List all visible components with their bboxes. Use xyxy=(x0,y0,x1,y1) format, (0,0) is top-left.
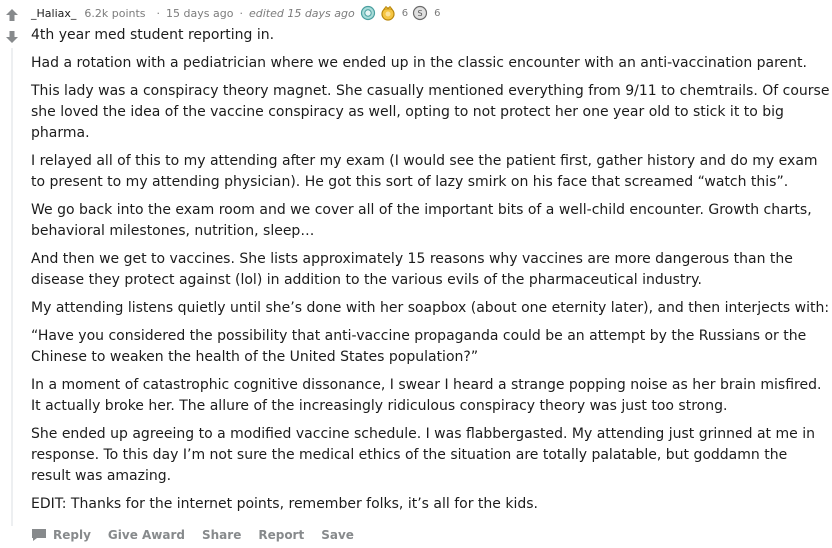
gold-award-icon xyxy=(381,5,395,21)
comment-body: 4th year med student reporting in. Had a… xyxy=(31,25,830,515)
platinum-award-icon xyxy=(360,5,375,21)
comment-paragraph: “Have you considered the possibility tha… xyxy=(31,328,807,365)
share-button[interactable]: Share xyxy=(202,528,241,542)
downvote-arrow-icon xyxy=(6,31,18,43)
silver-award-icon: S xyxy=(413,5,428,21)
comment-paragraph: I relayed all of this to my attending af… xyxy=(31,153,818,190)
thread-line[interactable] xyxy=(11,48,13,526)
comment-bubble-icon xyxy=(32,529,46,541)
platinum-award[interactable] xyxy=(360,5,376,21)
svg-text:S: S xyxy=(418,9,423,18)
comment-paragraph: My attending listens quietly until she’s… xyxy=(31,300,830,316)
author-link[interactable]: _Haliax_ xyxy=(31,7,76,20)
upvote-button[interactable] xyxy=(2,5,22,25)
upvote-arrow-icon xyxy=(6,9,18,21)
comment-meta: _Haliax_ 6.2k points · 15 days ago · edi… xyxy=(31,0,830,26)
separator: · xyxy=(156,6,161,20)
separator: · xyxy=(239,6,243,20)
comment-paragraph: EDIT: Thanks for the internet points, re… xyxy=(31,496,538,512)
comment-paragraph: We go back into the exam room and we cov… xyxy=(31,202,812,239)
silver-award-count: 6 xyxy=(434,7,441,19)
save-button[interactable]: Save xyxy=(321,528,354,542)
edited-timestamp: edited 15 days ago xyxy=(248,6,355,20)
gold-award[interactable] xyxy=(380,5,396,21)
vote-column xyxy=(2,5,22,47)
reply-button[interactable]: Reply xyxy=(31,528,91,542)
comment: _Haliax_ 6.2k points · 15 days ago · edi… xyxy=(31,0,830,548)
comment-paragraph: This lady was a conspiracy theory magnet… xyxy=(31,83,830,141)
comment-paragraph: And then we get to vaccines. She lists a… xyxy=(31,251,793,288)
report-button[interactable]: Report xyxy=(258,528,304,542)
timestamp[interactable]: 15 days ago xyxy=(166,7,233,20)
comment-paragraph: 4th year med student reporting in. xyxy=(31,27,275,43)
downvote-button[interactable] xyxy=(2,27,22,47)
gold-award-count: 6 xyxy=(401,7,409,19)
reply-label: Reply xyxy=(53,528,91,542)
comment-paragraph: Had a rotation with a pediatrician where… xyxy=(31,55,807,71)
silver-award[interactable]: S xyxy=(412,5,428,21)
give-award-button[interactable]: Give Award xyxy=(108,528,185,542)
points-count: 6.2k points xyxy=(84,6,146,20)
comment-paragraph: In a moment of catastrophic cognitive di… xyxy=(31,377,822,414)
comment-paragraph: She ended up agreeing to a modified vacc… xyxy=(31,426,815,484)
